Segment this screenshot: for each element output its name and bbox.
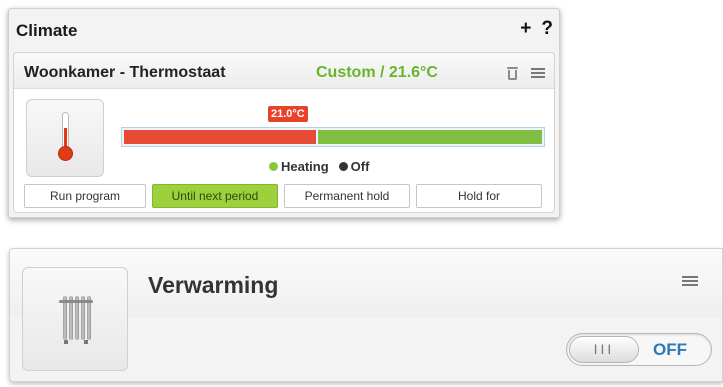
temperature-marker[interactable]: 21.0°C [268, 106, 308, 122]
toggle-knob[interactable]: III [569, 336, 639, 363]
temperature-bar[interactable] [121, 127, 545, 147]
radiator-tile [22, 267, 128, 371]
thermometer-icon [58, 112, 73, 164]
legend-off-label: Off [350, 159, 370, 174]
run-program-button[interactable]: Run program [24, 184, 146, 208]
temperature-legend: Heating Off [269, 159, 369, 174]
menu-icon[interactable] [531, 68, 545, 79]
hold-for-button[interactable]: Hold for [416, 184, 542, 208]
device-name: Woonkamer - Thermostaat [24, 64, 226, 81]
thermostat-tile [26, 99, 104, 177]
permanent-hold-button[interactable]: Permanent hold [284, 184, 410, 208]
heating-dot-icon [269, 162, 278, 171]
legend-heating: Heating [269, 159, 329, 174]
plus-icon[interactable]: + [520, 19, 531, 39]
legend-heating-label: Heating [281, 159, 329, 174]
climate-header-actions: + ? [520, 19, 553, 39]
climate-title: Climate [16, 21, 78, 40]
device-mode-status: Custom / 21.6°C [316, 64, 438, 81]
heating-segment [124, 130, 316, 144]
heater-widget: Verwarming III OFF [9, 248, 723, 382]
until-next-period-button[interactable]: Until next period [152, 184, 278, 208]
toggle-state-label: OFF [653, 340, 687, 359]
heater-title: Verwarming [148, 272, 279, 298]
thermostat-header: Woonkamer - Thermostaat Custom / 21.6°C [14, 53, 554, 89]
legend-off: Off [338, 159, 370, 174]
radiator-icon [59, 296, 93, 344]
off-dot-icon [338, 162, 348, 171]
mode-buttons: Run program Until next period Permanent … [24, 184, 542, 208]
trash-icon[interactable] [507, 67, 518, 80]
question-icon[interactable]: ? [541, 19, 553, 39]
heater-toggle[interactable]: III OFF [566, 333, 712, 366]
off-segment [318, 130, 542, 144]
menu-icon[interactable] [682, 276, 698, 287]
climate-widget: Climate + ? Woonkamer - Thermostaat Cust… [8, 8, 560, 218]
thermostat-panel: Woonkamer - Thermostaat Custom / 21.6°C … [13, 52, 555, 213]
